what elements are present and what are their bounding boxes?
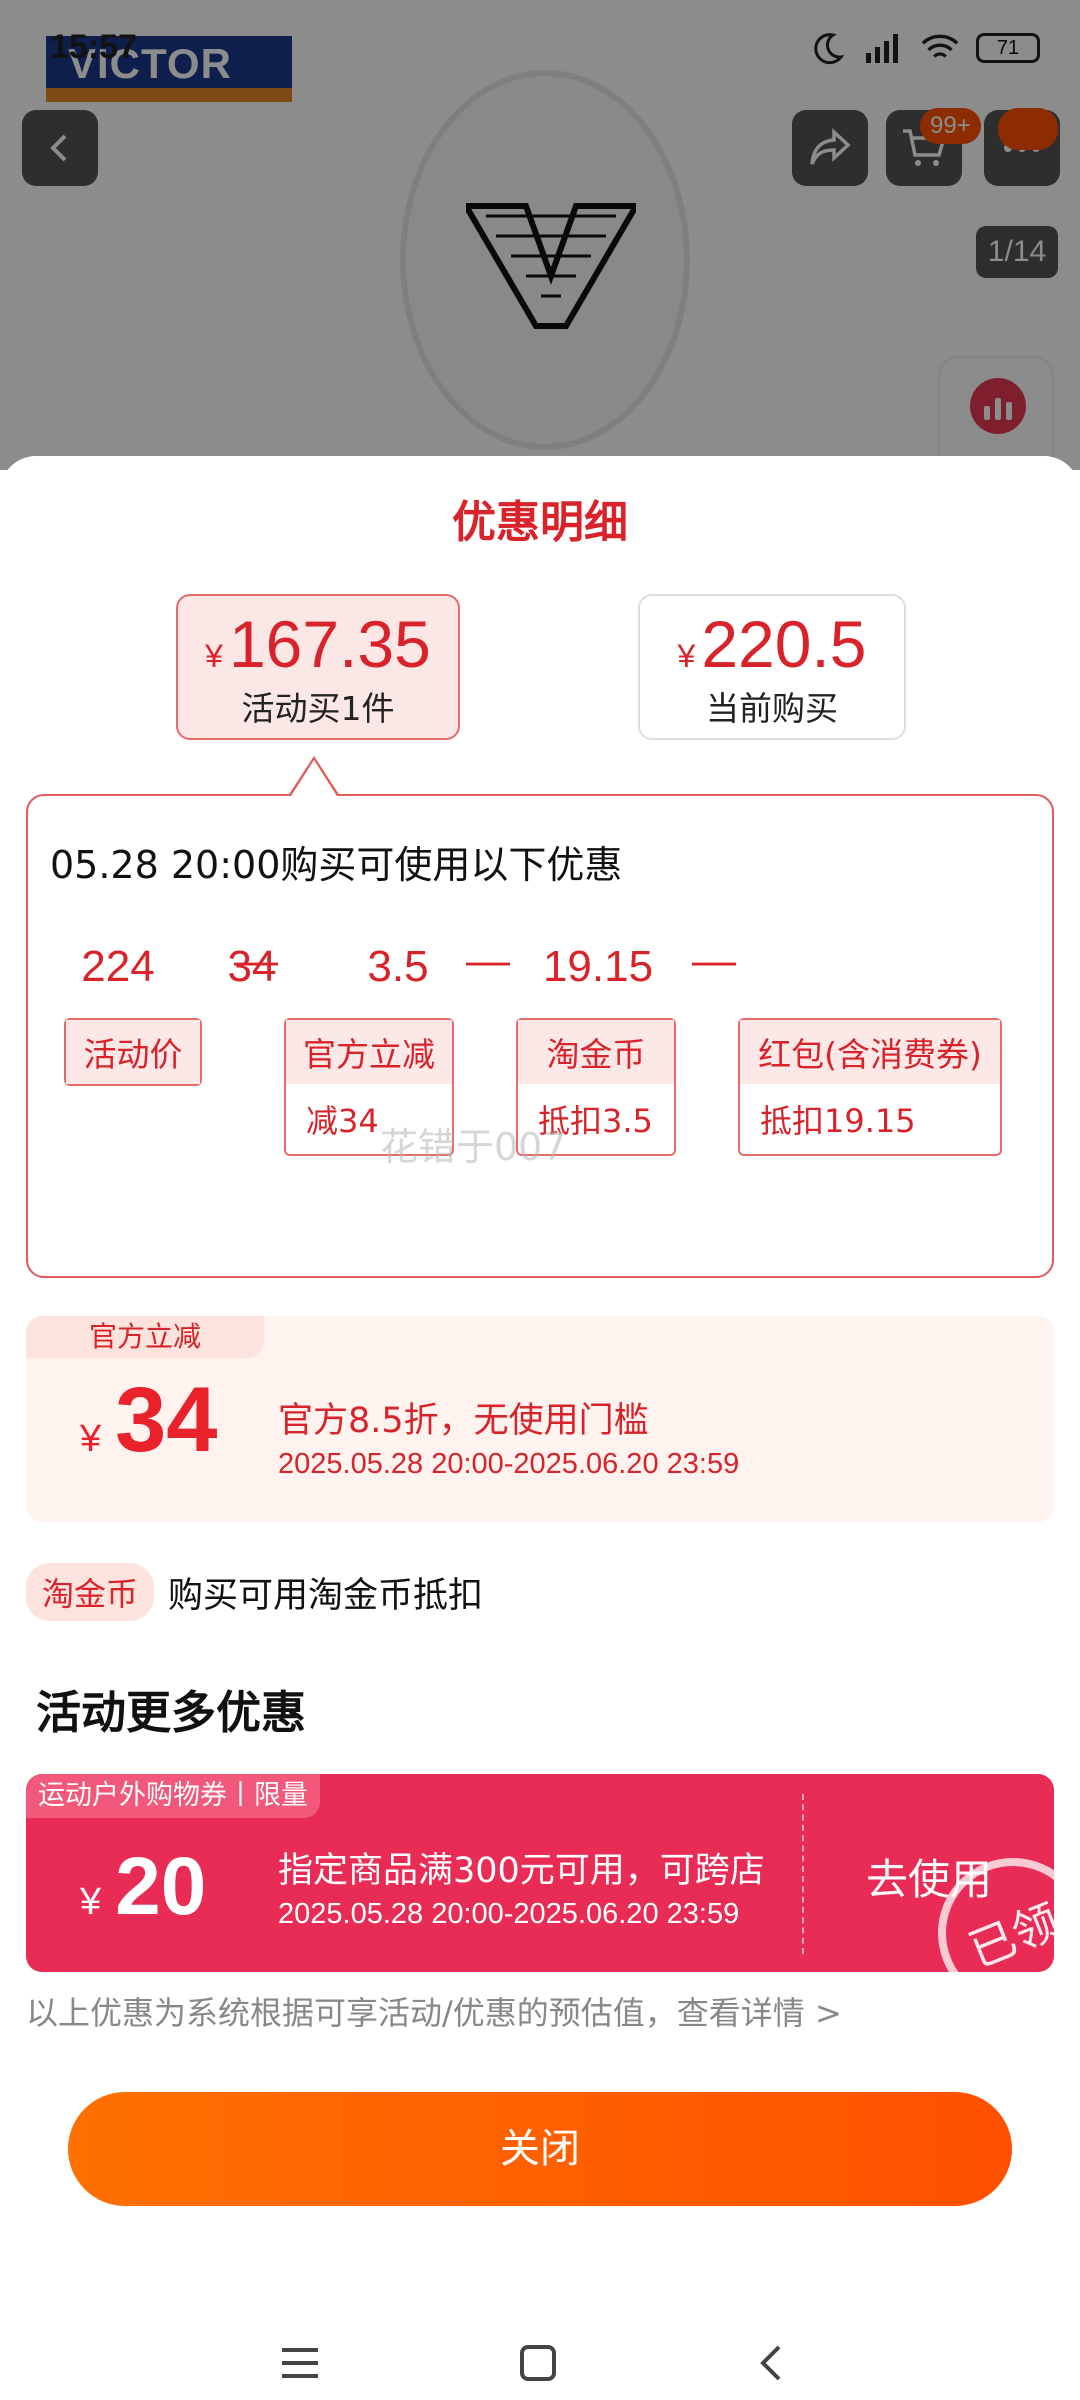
- current-price-value: 220.5: [701, 607, 867, 681]
- breakdown-coin-discount: 3.5: [367, 942, 429, 991]
- current-price-label: 当前购买: [706, 689, 838, 728]
- breakdown-card-activity: 活动价: [64, 1018, 202, 1086]
- official-discount-desc: 官方8.5折，无使用门槛: [278, 1401, 649, 1441]
- breakdown-card-sub: 抵扣19.15: [760, 1102, 916, 1140]
- activity-price-option[interactable]: ¥167.35 活动买1件: [176, 594, 460, 740]
- coin-text: 购买可用淘金币抵扣: [168, 1575, 484, 1616]
- breakdown-activity-price: 224: [81, 942, 155, 991]
- coin-tag: 淘金币: [26, 1563, 155, 1621]
- coupon-date: 2025.05.28 20:00-2025.06.20 23:59: [278, 1898, 740, 1930]
- current-price-option[interactable]: ¥220.5 当前购买: [638, 594, 906, 740]
- minus-operator: —: [466, 936, 510, 985]
- official-discount-date: 2025.05.28 20:00-2025.06.20 23:59: [278, 1448, 740, 1480]
- official-discount-tag: 官方立减: [26, 1316, 264, 1358]
- dim-overlay[interactable]: [0, 0, 1080, 470]
- breakdown-card-title: 淘金币: [518, 1020, 674, 1084]
- currency-symbol: ¥: [677, 638, 696, 674]
- breakdown-official-discount: 34: [227, 942, 277, 991]
- estimate-note-link[interactable]: 以上优惠为系统根据可享活动/优惠的预估值，查看详情 >: [26, 1988, 842, 2034]
- minus-operator: —: [692, 936, 736, 985]
- claimed-stamp-text: 已领: [961, 1893, 1054, 1972]
- discount-breakdown-box: 05.28 20:00购买可使用以下优惠 224 — 34 — 3.5 — 19…: [26, 794, 1054, 1278]
- official-discount-card: 官方立减 ¥34 官方8.5折，无使用门槛 2025.05.28 20:00-2…: [26, 1316, 1054, 1522]
- activity-price-value: 167.35: [228, 607, 431, 681]
- menu-icon: [282, 2348, 318, 2378]
- official-discount-amount: ¥34: [80, 1368, 217, 1473]
- breakdown-card-title: 活动价: [66, 1020, 200, 1084]
- coupon-divider: [802, 1794, 804, 1954]
- watermark: 花错于007: [380, 1125, 567, 1169]
- currency-symbol: ¥: [80, 1881, 102, 1923]
- breakdown-redpacket-discount: 19.15: [542, 942, 654, 991]
- activity-price-amount: ¥167.35: [178, 606, 458, 682]
- product-image-area[interactable]: VICTOR 15:57 71 99+ 1/14: [0, 0, 1080, 470]
- discount-detail-sheet: 优惠明细 ¥167.35 活动买1件 ¥220.5 当前购买 05.28 20:…: [0, 456, 1080, 2400]
- back-nav-button[interactable]: [732, 2326, 812, 2400]
- currency-symbol: ¥: [80, 1418, 102, 1460]
- breakdown-card-title: 官方立减: [286, 1020, 452, 1084]
- home-nav-button[interactable]: [498, 2326, 578, 2400]
- system-nav-bar: [0, 2326, 1080, 2400]
- breakdown-card-redpacket: 红包(含消费券) 抵扣19.15: [738, 1018, 1002, 1156]
- coupon-amount: ¥20: [80, 1840, 206, 1934]
- activity-price-label: 活动买1件: [241, 689, 395, 728]
- detail-pointer-inner: [291, 760, 337, 796]
- breakdown-heading: 05.28 20:00购买可使用以下优惠: [50, 843, 623, 887]
- home-icon: [520, 2345, 556, 2381]
- current-price-amount: ¥220.5: [640, 606, 904, 682]
- coupon-card[interactable]: 运动户外购物券丨限量 ¥20 指定商品满300元可用，可跨店 2025.05.2…: [26, 1774, 1054, 1972]
- menu-nav-button[interactable]: [260, 2326, 340, 2400]
- coupon-value: 20: [115, 1841, 207, 1932]
- sheet-title: 优惠明细: [452, 497, 628, 548]
- close-button[interactable]: 关闭: [68, 2092, 1012, 2206]
- breakdown-card-title: 红包(含消费券): [740, 1020, 1000, 1084]
- coin-row: 淘金币 购买可用淘金币抵扣: [26, 1562, 483, 1622]
- coupon-desc: 指定商品满300元可用，可跨店: [278, 1851, 765, 1891]
- back-nav-icon: [760, 2345, 781, 2381]
- currency-symbol: ¥: [205, 638, 223, 674]
- more-discounts-title: 活动更多优惠: [36, 1686, 307, 1739]
- official-discount-value: 34: [115, 1369, 218, 1471]
- coupon-tag: 运动户外购物券丨限量: [26, 1774, 320, 1818]
